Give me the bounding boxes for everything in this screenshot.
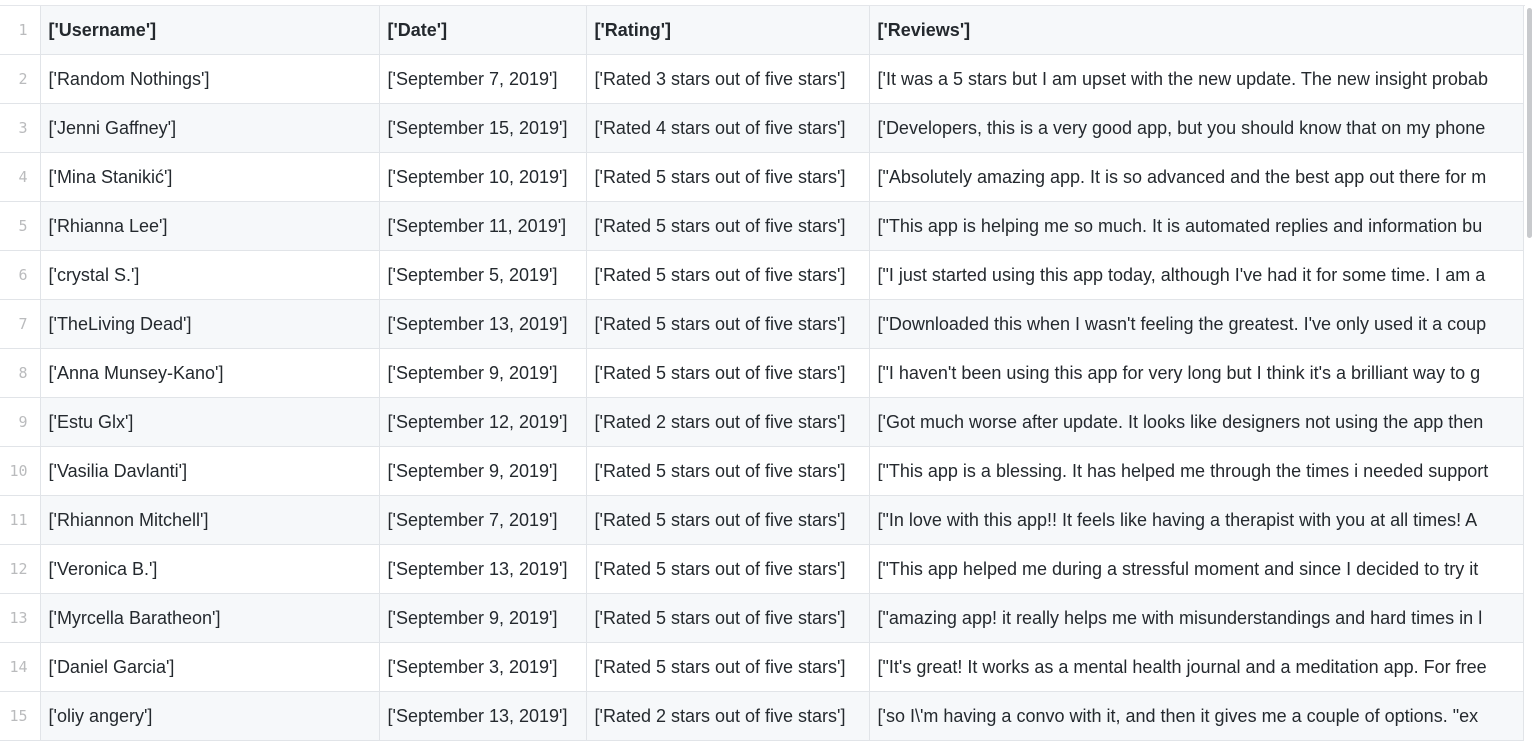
cell-rating[interactable]: ['Rated 4 stars out of five stars']: [585, 103, 869, 153]
cell-date[interactable]: ['September 3, 2019']: [378, 642, 586, 692]
cell-date[interactable]: ['September 13, 2019']: [378, 691, 586, 741]
row-number[interactable]: 10: [0, 446, 40, 496]
table-row[interactable]: 15 ['oliy angery'] ['September 13, 2019'][…: [0, 691, 1524, 741]
cell-username[interactable]: ['Myrcella Baratheon']: [39, 593, 379, 643]
row-number[interactable]: 3: [0, 103, 40, 153]
column-header-username[interactable]: ['Username']: [39, 6, 379, 55]
cell-review[interactable]: ['so I\'m having a convo with it, and th…: [868, 691, 1524, 741]
cell-rating[interactable]: ['Rated 5 stars out of five stars']: [585, 544, 869, 594]
cell-date[interactable]: ['September 13, 2019']: [378, 544, 586, 594]
table-row[interactable]: 8 ['Anna Munsey-Kano'] ['September 9, 2019…: [0, 348, 1524, 398]
cell-review[interactable]: ['Developers, this is a very good app, b…: [868, 103, 1524, 153]
cell-date[interactable]: ['September 7, 2019']: [378, 54, 586, 104]
cell-rating[interactable]: ['Rated 5 stars out of five stars']: [585, 446, 869, 496]
csv-viewer: 1 ['Username'] ['Date'] ['Rating'] ['Rev…: [0, 0, 1532, 745]
row-number[interactable]: 11: [0, 495, 40, 545]
table-row[interactable]: 13 ['Myrcella Baratheon'] ['September 9, 2…: [0, 593, 1524, 643]
table-row[interactable]: 10 ['Vasilia Davlanti'] ['September 9, 201…: [0, 446, 1524, 496]
cell-review[interactable]: ["It's great! It works as a mental healt…: [868, 642, 1524, 692]
table-row[interactable]: 4 ['Mina Stanikić'] ['September 10, 2019']…: [0, 152, 1524, 202]
cell-username[interactable]: ['Random Nothings']: [39, 54, 379, 104]
cell-username[interactable]: ['Vasilia Davlanti']: [39, 446, 379, 496]
cell-review[interactable]: ["amazing app! it really helps me with m…: [868, 593, 1524, 643]
cell-username[interactable]: ['crystal S.']: [39, 250, 379, 300]
header-row: 1 ['Username'] ['Date'] ['Rating'] ['Rev…: [0, 6, 1524, 55]
cell-review[interactable]: ["This app is helping me so much. It is …: [868, 201, 1524, 251]
cell-review[interactable]: ["This app helped me during a stressful …: [868, 544, 1524, 594]
row-number[interactable]: 8: [0, 348, 40, 398]
table-row[interactable]: 11 ['Rhiannon Mitchell'] ['September 7, 20…: [0, 495, 1524, 545]
row-number[interactable]: 2: [0, 54, 40, 104]
cell-date[interactable]: ['September 15, 2019']: [378, 103, 586, 153]
cell-rating[interactable]: ['Rated 5 stars out of five stars']: [585, 299, 869, 349]
table-row[interactable]: 2 ['Random Nothings'] ['September 7, 2019'…: [0, 54, 1524, 104]
cell-rating[interactable]: ['Rated 5 stars out of five stars']: [585, 348, 869, 398]
cell-date[interactable]: ['September 9, 2019']: [378, 446, 586, 496]
cell-review[interactable]: ["Downloaded this when I wasn't feeling …: [868, 299, 1524, 349]
cell-review[interactable]: ["This app is a blessing. It has helped …: [868, 446, 1524, 496]
table-row[interactable]: 6 ['crystal S.'] ['September 5, 2019'] ['Ra…: [0, 250, 1524, 300]
column-header-reviews[interactable]: ['Reviews']: [868, 6, 1524, 55]
column-header-date[interactable]: ['Date']: [378, 6, 586, 55]
table-row[interactable]: 9 ['Estu Glx'] ['September 12, 2019'] ['Rat…: [0, 397, 1524, 447]
cell-username[interactable]: ['TheLiving Dead']: [39, 299, 379, 349]
row-number[interactable]: 15: [0, 691, 40, 741]
row-number[interactable]: 6: [0, 250, 40, 300]
cell-username[interactable]: ['Jenni Gaffney']: [39, 103, 379, 153]
cell-username[interactable]: ['Rhianna Lee']: [39, 201, 379, 251]
cell-review[interactable]: ['Got much worse after update. It looks …: [868, 397, 1524, 447]
row-number[interactable]: 12: [0, 544, 40, 594]
cell-username[interactable]: ['Mina Stanikić']: [39, 152, 379, 202]
column-header-rating[interactable]: ['Rating']: [585, 6, 869, 55]
cell-review[interactable]: ['It was a 5 stars but I am upset with t…: [868, 54, 1524, 104]
cell-date[interactable]: ['September 13, 2019']: [378, 299, 586, 349]
cell-username[interactable]: ['oliy angery']: [39, 691, 379, 741]
cell-date[interactable]: ['September 9, 2019']: [378, 348, 586, 398]
cell-rating[interactable]: ['Rated 5 stars out of five stars']: [585, 250, 869, 300]
cell-rating[interactable]: ['Rated 5 stars out of five stars']: [585, 495, 869, 545]
cell-rating[interactable]: ['Rated 5 stars out of five stars']: [585, 642, 869, 692]
cell-username[interactable]: ['Veronica B.']: [39, 544, 379, 594]
cell-date[interactable]: ['September 5, 2019']: [378, 250, 586, 300]
table-row[interactable]: 14 ['Daniel Garcia'] ['September 3, 2019']…: [0, 642, 1524, 692]
cell-username[interactable]: ['Estu Glx']: [39, 397, 379, 447]
cell-rating[interactable]: ['Rated 3 stars out of five stars']: [585, 54, 869, 104]
row-number[interactable]: 9: [0, 397, 40, 447]
cell-review[interactable]: ["In love with this app!! It feels like …: [868, 495, 1524, 545]
row-number[interactable]: 4: [0, 152, 40, 202]
table-row[interactable]: 3 ['Jenni Gaffney'] ['September 15, 2019']…: [0, 103, 1524, 153]
cell-rating[interactable]: ['Rated 5 stars out of five stars']: [585, 152, 869, 202]
row-number[interactable]: 14: [0, 642, 40, 692]
cell-username[interactable]: ['Rhiannon Mitchell']: [39, 495, 379, 545]
row-number[interactable]: 5: [0, 201, 40, 251]
cell-review[interactable]: ["I just started using this app today, a…: [868, 250, 1524, 300]
cell-username[interactable]: ['Anna Munsey-Kano']: [39, 348, 379, 398]
table-row[interactable]: 12 ['Veronica B.'] ['September 13, 2019'][…: [0, 544, 1524, 594]
cell-username[interactable]: ['Daniel Garcia']: [39, 642, 379, 692]
row-number[interactable]: 13: [0, 593, 40, 643]
table-row[interactable]: 7 ['TheLiving Dead'] ['September 13, 2019'…: [0, 299, 1524, 349]
cell-review[interactable]: ["Absolutely amazing app. It is so advan…: [868, 152, 1524, 202]
cell-rating[interactable]: ['Rated 2 stars out of five stars']: [585, 397, 869, 447]
table-row[interactable]: 5 ['Rhianna Lee'] ['September 11, 2019'] ['…: [0, 201, 1524, 251]
cell-date[interactable]: ['September 7, 2019']: [378, 495, 586, 545]
cell-rating[interactable]: ['Rated 5 stars out of five stars']: [585, 201, 869, 251]
csv-table: 1 ['Username'] ['Date'] ['Rating'] ['Rev…: [0, 6, 1524, 741]
cell-review[interactable]: ["I haven't been using this app for very…: [868, 348, 1524, 398]
cell-date[interactable]: ['September 10, 2019']: [378, 152, 586, 202]
cell-rating[interactable]: ['Rated 2 stars out of five stars']: [585, 691, 869, 741]
row-number[interactable]: 7: [0, 299, 40, 349]
row-number[interactable]: 1: [0, 6, 40, 55]
vertical-scrollbar-thumb[interactable]: [1527, 8, 1532, 238]
cell-date[interactable]: ['September 9, 2019']: [378, 593, 586, 643]
cell-date[interactable]: ['September 12, 2019']: [378, 397, 586, 447]
cell-date[interactable]: ['September 11, 2019']: [378, 201, 586, 251]
cell-rating[interactable]: ['Rated 5 stars out of five stars']: [585, 593, 869, 643]
